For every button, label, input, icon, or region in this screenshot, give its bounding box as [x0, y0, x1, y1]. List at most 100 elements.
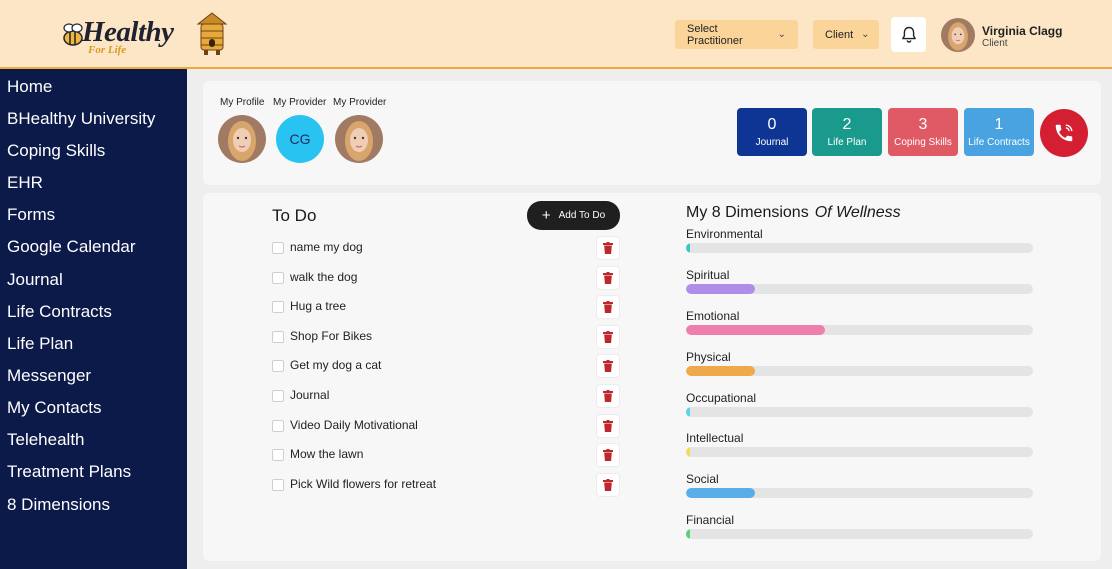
- todo-item: Journal: [272, 384, 622, 409]
- dimension-progress-fill: [686, 284, 756, 294]
- stat-value: 3: [918, 116, 928, 133]
- dimension-progress-track: [686, 325, 1033, 335]
- trash-icon: [603, 301, 613, 313]
- sidebar-item-home[interactable]: Home: [7, 77, 52, 97]
- todo-item: Get my dog a cat: [272, 354, 622, 379]
- sidebar-item-forms[interactable]: Forms: [7, 205, 55, 225]
- delete-todo-button[interactable]: [596, 266, 620, 290]
- dimension-progress-fill: [686, 529, 691, 539]
- dimension-physical: Physical: [686, 350, 1034, 390]
- dimension-progress-fill: [686, 447, 691, 457]
- dimension-label: Financial: [686, 513, 735, 527]
- sidebar-item-treatment-plans[interactable]: Treatment Plans: [7, 462, 131, 482]
- todo-item: Pick Wild flowers for retreat: [272, 473, 622, 498]
- my-profile-avatar[interactable]: [218, 115, 266, 163]
- trash-icon: [603, 242, 613, 254]
- todo-checkbox[interactable]: [272, 420, 284, 432]
- delete-todo-button[interactable]: [596, 236, 620, 260]
- sidebar-item-coping-skills[interactable]: Coping Skills: [7, 141, 105, 161]
- add-todo-label: Add To Do: [558, 210, 606, 221]
- dimension-progress-track: [686, 407, 1033, 417]
- todo-text: Shop For Bikes: [290, 329, 373, 343]
- stat-label: Life Contracts: [968, 137, 1030, 148]
- life-plan-stat-button[interactable]: 2 Life Plan: [812, 108, 882, 156]
- stat-value: 1: [994, 116, 1004, 133]
- sidebar-item-journal[interactable]: Journal: [7, 270, 63, 290]
- sidebar-item-8-dimensions[interactable]: 8 Dimensions: [7, 495, 110, 515]
- dimension-emotional: Emotional: [686, 309, 1034, 349]
- chevron-down-icon: ⌄: [777, 29, 786, 40]
- select-practitioner-dropdown[interactable]: Select Practitioner ⌄: [675, 20, 798, 49]
- sidebar-item-messenger[interactable]: Messenger: [7, 366, 91, 386]
- notifications-button[interactable]: [891, 17, 926, 52]
- dimension-progress-fill: [686, 488, 756, 498]
- todo-checkbox[interactable]: [272, 360, 284, 372]
- provider-avatar[interactable]: [335, 115, 383, 163]
- life-contracts-stat-button[interactable]: 1 Life Contracts: [964, 108, 1034, 156]
- todo-text: Video Daily Motivational: [290, 418, 418, 432]
- sidebar-item-life-plan[interactable]: Life Plan: [7, 334, 73, 354]
- client-dropdown[interactable]: Client ⌄: [813, 20, 879, 49]
- my-provider-label: My Provider: [273, 97, 327, 108]
- dimensions-title-italic: Of Wellness: [814, 204, 901, 221]
- todo-text: Get my dog a cat: [290, 358, 382, 372]
- todo-item: Hug a tree: [272, 295, 622, 320]
- delete-todo-button[interactable]: [596, 384, 620, 408]
- dimension-progress-fill: [686, 243, 691, 253]
- todo-checkbox[interactable]: [272, 272, 284, 284]
- provider-avatar[interactable]: CG: [276, 115, 324, 163]
- logo-subtitle: For Life: [88, 44, 127, 56]
- delete-todo-button[interactable]: [596, 295, 620, 319]
- sidebar-item-ehr[interactable]: EHR: [7, 173, 43, 193]
- trash-icon: [603, 449, 613, 461]
- delete-todo-button[interactable]: [596, 443, 620, 467]
- sidebar-item-life-contracts[interactable]: Life Contracts: [7, 302, 112, 322]
- dimension-progress-track: [686, 529, 1033, 539]
- delete-todo-button[interactable]: [596, 325, 620, 349]
- sidebar-item-my-contacts[interactable]: My Contacts: [7, 398, 101, 418]
- sidebar-item-bhealthy-university[interactable]: BHealthy University: [7, 109, 155, 129]
- todo-item: name my dog: [272, 236, 622, 261]
- delete-todo-button[interactable]: [596, 354, 620, 378]
- user-avatar[interactable]: [941, 18, 975, 52]
- dimension-progress-fill: [686, 366, 756, 376]
- todo-text: Pick Wild flowers for retreat: [290, 477, 437, 491]
- todo-text: name my dog: [290, 240, 363, 254]
- select-practitioner-label: Select Practitioner: [687, 22, 743, 47]
- todo-checkbox[interactable]: [272, 390, 284, 402]
- profile-summary-card: My Profile My Provider My Provider CG 0 …: [203, 81, 1101, 185]
- app-logo[interactable]: Healthy For Life: [58, 12, 238, 58]
- todo-checkbox[interactable]: [272, 301, 284, 313]
- stat-label: Life Plan: [827, 137, 867, 148]
- delete-todo-button[interactable]: [596, 473, 620, 497]
- dimension-label: Occupational: [686, 391, 757, 405]
- sidebar-item-telehealth[interactable]: Telehealth: [7, 430, 85, 450]
- journal-stat-button[interactable]: 0 Journal: [737, 108, 807, 156]
- todo-checkbox[interactable]: [272, 449, 284, 461]
- todo-checkbox[interactable]: [272, 331, 284, 343]
- dimension-label: Environmental: [686, 227, 763, 241]
- dimension-progress-track: [686, 488, 1033, 498]
- call-button[interactable]: [1040, 109, 1088, 157]
- dimension-progress-track: [686, 366, 1033, 376]
- dimension-progress-track: [686, 243, 1033, 253]
- todo-text: Journal: [290, 388, 330, 402]
- plus-icon: +: [541, 207, 551, 224]
- client-dropdown-label: Client: [825, 28, 854, 41]
- sidebar-item-google-calendar[interactable]: Google Calendar: [7, 237, 136, 257]
- todo-checkbox[interactable]: [272, 479, 284, 491]
- todo-checkbox[interactable]: [272, 242, 284, 254]
- trash-icon: [603, 331, 613, 343]
- chevron-down-icon: ⌄: [861, 29, 870, 40]
- todo-item: Mow the lawn: [272, 443, 622, 468]
- bell-icon: [901, 26, 916, 43]
- todo-item: walk the dog: [272, 266, 622, 291]
- add-todo-button[interactable]: + Add To Do: [527, 201, 620, 230]
- trash-icon: [603, 360, 613, 372]
- dimension-progress-fill: [686, 325, 825, 335]
- coping-skills-stat-button[interactable]: 3 Coping Skills: [888, 108, 958, 156]
- delete-todo-button[interactable]: [596, 414, 620, 438]
- dimension-progress-fill: [686, 407, 691, 417]
- beehive-icon: [196, 12, 228, 55]
- stat-label: Coping Skills: [894, 137, 952, 148]
